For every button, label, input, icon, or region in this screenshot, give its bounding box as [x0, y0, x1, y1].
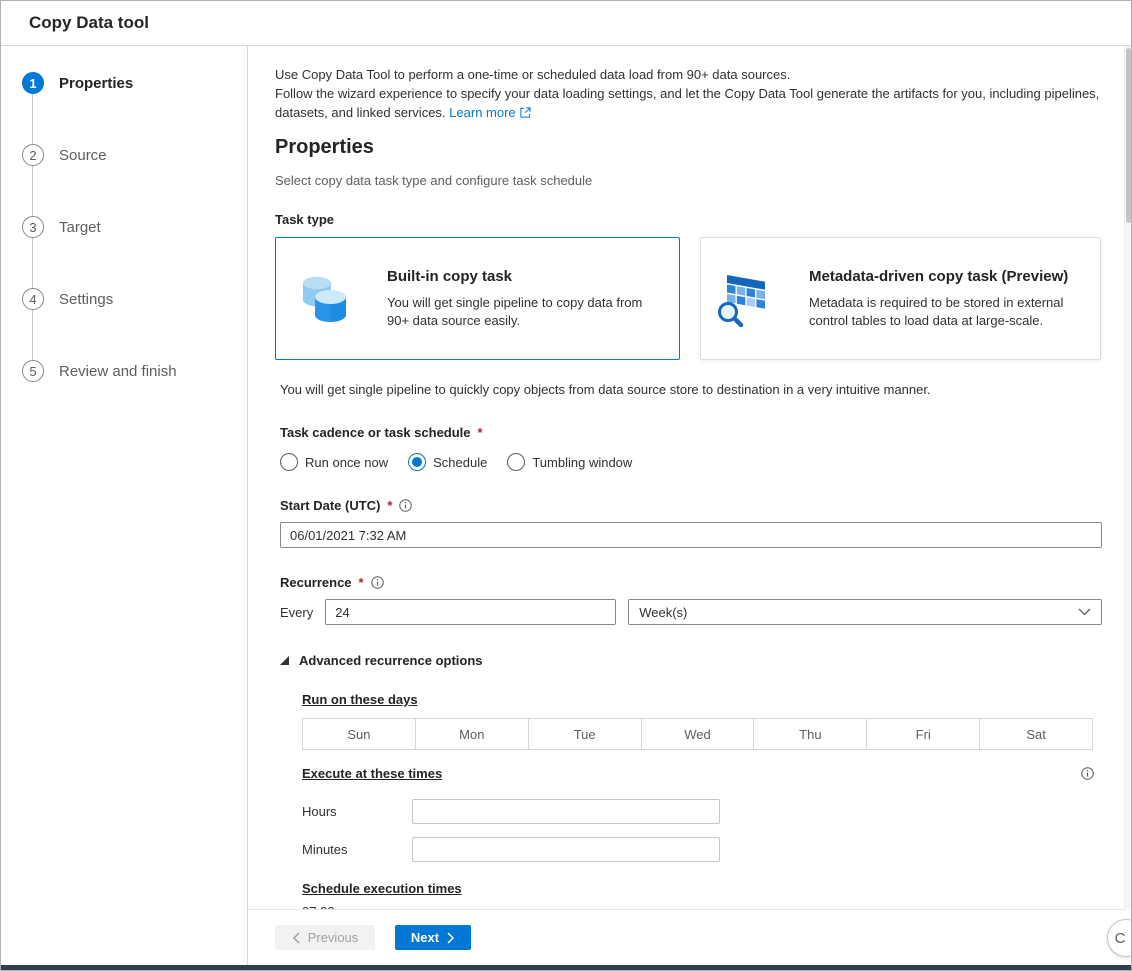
day-wed[interactable]: Wed	[641, 719, 755, 749]
window-bottom-edge	[1, 965, 1131, 970]
app-title: Copy Data tool	[29, 13, 149, 32]
database-cylinders-icon	[303, 276, 346, 322]
card-title: Built-in copy task	[387, 267, 513, 285]
schedule-form: Task cadence or task schedule * Run once…	[280, 425, 1102, 909]
start-date-input[interactable]	[280, 522, 1102, 548]
radio-tumbling-window[interactable]: Tumbling window	[507, 453, 632, 471]
day-fri[interactable]: Fri	[867, 719, 981, 749]
weekday-selector: Sun Mon Tue Wed Thu Fri Sat	[302, 718, 1093, 750]
execute-at-these-times-header: Execute at these times	[302, 766, 443, 781]
chevron-down-icon	[1078, 608, 1091, 616]
step-label: Source	[59, 146, 107, 164]
recurrence-label-row: Recurrence *	[280, 575, 1102, 590]
cadence-label: Task cadence or task schedule	[280, 425, 471, 440]
recurrence-row: Every Week(s)	[280, 599, 1102, 625]
previous-button[interactable]: Previous	[275, 925, 375, 950]
card-built-in-copy-task[interactable]: Built-in copy task You will get single p…	[275, 237, 680, 360]
step-review-and-finish[interactable]: 5 Review and finish	[1, 360, 247, 382]
scrollbar-thumb[interactable]	[1126, 48, 1131, 223]
copy-data-tool-window: Copy Data tool 1 Properties 2 Source 3 T…	[0, 0, 1132, 971]
required-mark: *	[477, 425, 483, 440]
execute-times-row: Execute at these times	[280, 766, 1102, 781]
hours-row: Hours	[302, 799, 1102, 824]
step-label: Properties	[59, 74, 134, 92]
cadence-options: Run once now Schedule Tumbling window	[280, 453, 1102, 471]
advanced-recurrence-toggle[interactable]: Advanced recurrence options	[280, 653, 1102, 668]
task-type-note: You will get single pipeline to quickly …	[280, 382, 931, 397]
info-icon[interactable]	[1081, 767, 1094, 780]
task-type-label: Task type	[275, 212, 335, 227]
metadata-table-search-icon	[718, 274, 765, 327]
radio-run-once-now[interactable]: Run once now	[280, 453, 388, 471]
run-on-these-days-header: Run on these days	[302, 692, 418, 707]
page-title: Properties	[275, 136, 374, 158]
card-description: You will get single pipeline to copy dat…	[387, 294, 643, 328]
minutes-row: Minutes	[302, 837, 1102, 862]
schedule-execution-times-header: Schedule execution times	[302, 881, 462, 896]
step-source[interactable]: 2 Source	[1, 144, 247, 166]
learn-more-link[interactable]: Learn more	[449, 105, 531, 120]
frequency-dropdown[interactable]: Week(s)	[628, 599, 1102, 625]
external-link-icon	[520, 107, 531, 118]
radio-circle	[280, 453, 298, 471]
next-button[interactable]: Next	[395, 925, 471, 950]
frequency-value: Week(s)	[639, 604, 688, 620]
titlebar: Copy Data tool	[1, 1, 1131, 46]
help-button-partial[interactable]: C	[1107, 919, 1131, 957]
step-number-badge: 1	[22, 72, 44, 94]
cadence-label-row: Task cadence or task schedule *	[280, 425, 1102, 440]
required-mark: *	[387, 498, 393, 513]
day-thu[interactable]: Thu	[754, 719, 868, 749]
day-sat[interactable]: Sat	[980, 719, 1093, 749]
radio-label: Tumbling window	[532, 454, 633, 470]
radio-circle	[507, 453, 526, 471]
hours-label: Hours	[302, 804, 337, 819]
page-subtitle: Select copy data task type and configure…	[275, 173, 593, 188]
wizard-footer: Previous Next C	[248, 909, 1131, 965]
card-title: Metadata-driven copy task (Preview)	[809, 267, 1069, 285]
vertical-scrollbar	[1124, 46, 1131, 910]
step-label: Target	[59, 218, 101, 236]
step-number-badge: 5	[22, 360, 44, 382]
recurrence-interval-input[interactable]	[325, 599, 617, 625]
main-panel: Use Copy Data Tool to perform a one-time…	[248, 46, 1131, 965]
start-date-label-row: Start Date (UTC) *	[280, 498, 1102, 513]
step-properties[interactable]: 1 Properties	[1, 72, 247, 94]
step-target[interactable]: 3 Target	[1, 216, 247, 238]
chevron-left-icon	[292, 931, 300, 944]
day-mon[interactable]: Mon	[415, 719, 529, 749]
info-icon[interactable]	[370, 576, 384, 589]
intro-line-1: Use Copy Data Tool to perform a one-time…	[275, 67, 791, 82]
intro-text: Use Copy Data Tool to perform a one-time…	[275, 65, 1114, 122]
step-label: Review and finish	[59, 362, 177, 380]
minutes-input[interactable]	[412, 837, 720, 862]
radio-schedule[interactable]: Schedule	[408, 453, 487, 471]
step-number-badge: 3	[22, 216, 44, 238]
content-area: Use Copy Data Tool to perform a one-time…	[248, 46, 1131, 909]
radio-circle	[408, 453, 427, 471]
step-label: Settings	[59, 290, 114, 308]
wizard-steps-sidebar: 1 Properties 2 Source 3 Target 4 Setting…	[1, 46, 248, 965]
start-date-label: Start Date (UTC)	[280, 498, 381, 513]
intro-line-2: Follow the wizard experience to specify …	[275, 86, 1100, 120]
radio-label: Run once now	[305, 454, 389, 470]
caret-expanded-icon	[280, 656, 289, 665]
step-number-badge: 2	[22, 144, 44, 166]
day-sun[interactable]: Sun	[303, 719, 416, 749]
card-metadata-driven-copy-task[interactable]: Metadata-driven copy task (Preview) Meta…	[700, 237, 1101, 360]
step-number-badge: 4	[22, 288, 44, 310]
minutes-label: Minutes	[302, 842, 348, 857]
chevron-right-icon	[447, 931, 455, 944]
recurrence-label: Recurrence	[280, 575, 352, 590]
info-icon[interactable]	[399, 499, 413, 512]
radio-label: Schedule	[433, 454, 488, 470]
task-type-cards: Built-in copy task You will get single p…	[275, 237, 1114, 360]
day-tue[interactable]: Tue	[528, 719, 642, 749]
hours-input[interactable]	[412, 799, 720, 824]
step-settings[interactable]: 4 Settings	[1, 288, 247, 310]
advanced-recurrence-label: Advanced recurrence options	[299, 653, 483, 668]
every-label: Every	[280, 604, 314, 620]
required-mark: *	[358, 575, 364, 590]
card-description: Metadata is required to be stored in ext…	[809, 294, 1064, 328]
